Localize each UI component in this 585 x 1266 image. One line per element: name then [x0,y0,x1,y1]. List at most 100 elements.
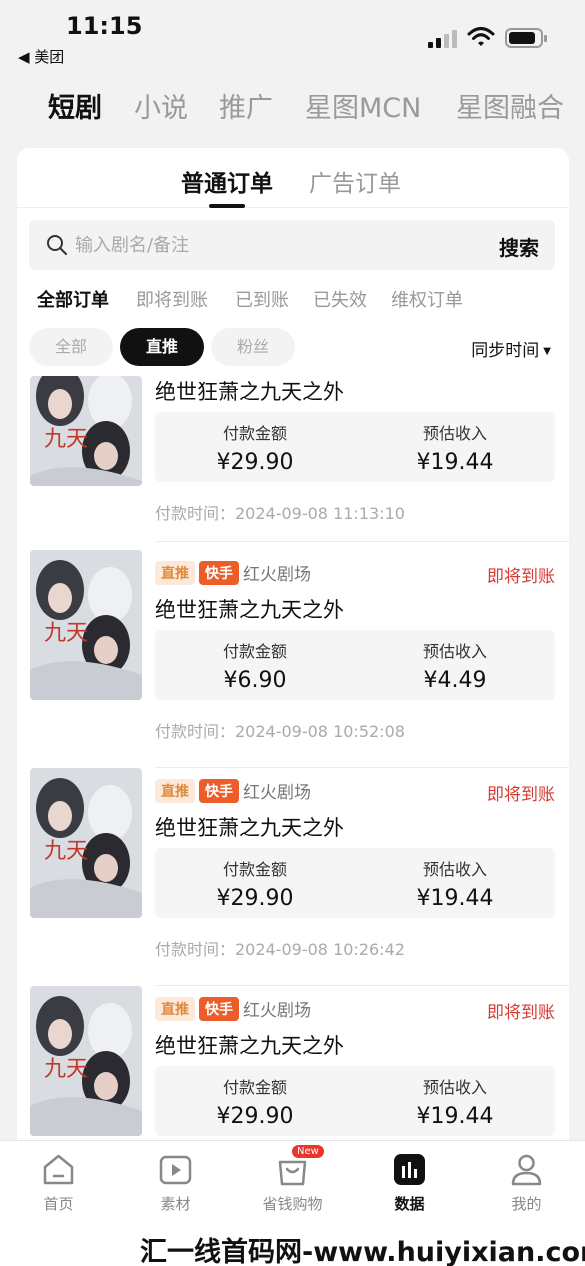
kuaishou-tag: 快手 [199,996,239,1021]
pay-amount-label: 付款金额 [222,642,287,661]
income-label: 预估收入 [422,424,487,443]
play-icon [159,1155,192,1185]
source-name: 红火剧场 [243,783,311,803]
order-item[interactable]: 九天 直推 快手 红火剧场 即将到账 绝世狂萧之九天之外 付款金额 ¥6.90 预估收… [17,550,569,768]
home-icon [43,1154,74,1185]
tab-novel[interactable]: 小说 [134,86,188,125]
nav-home-label: 首页 [43,1195,74,1213]
order-state: 即将到账 [487,785,555,805]
battery-icon [505,28,547,48]
channel-chips: 全部 直推 粉丝 同步时间 ▼ [29,328,555,368]
direct-tag: 直推 [155,996,195,1021]
nav-profile-label: 我的 [511,1195,542,1213]
tab-xingtu-mcn[interactable]: 星图MCN [305,86,421,125]
income-label: 预估收入 [422,642,487,661]
source-name: 红火剧场 [243,565,311,585]
drama-title: 绝世狂萧之九天之外 [155,380,344,404]
svg-text:九天: 九天 [44,1057,88,1082]
order-item[interactable]: 九天 直推 快手 红火剧场 即将到账 绝世狂萧之九天之外 付款金额 ¥29.90 预估… [17,768,569,986]
order-state: 即将到账 [487,1003,555,1023]
drama-poster-image: 九天 [30,376,142,486]
source-name: 红火剧场 [243,1001,311,1021]
kuaishou-tag: 快手 [199,560,239,585]
chart-icon [394,1154,425,1185]
order-item[interactable]: 九天 直推 快手 红火剧场 即将到账 绝世狂萧之九天之外 付款金额 ¥29.90 预估… [17,986,569,1148]
pay-time: 付款时间：2024-09-08 10:52:08 [155,722,405,741]
status-time: 11:15 [66,12,143,40]
order-state: 即将到账 [487,567,555,587]
order-tags: 直推 快手 红火剧场 [155,996,311,1022]
wifi-icon [467,27,495,46]
tab-ad-orders[interactable]: 广告订单 [309,164,401,198]
income-value: ¥19.44 [416,450,494,475]
watermark-bar: 汇一线首码网-www.huiyixian.com [0,1226,585,1266]
filter-rights-orders[interactable]: 维权订单 [391,286,463,312]
svg-text:九天: 九天 [44,839,88,864]
search-icon [47,235,67,255]
watermark-text: 汇一线首码网-www.huiyixian.com [140,1237,585,1266]
chip-all[interactable]: 全部 [29,328,113,366]
pay-amount-label: 付款金额 [222,424,287,443]
drama-poster-image: 九天 [30,768,142,918]
sync-time-sort[interactable]: 同步时间 ▼ [471,336,551,361]
tab-xingtu-fusion[interactable]: 星图融合 [456,86,564,125]
filter-pending[interactable]: 即将到账 [136,286,208,312]
active-tab-indicator [209,204,245,208]
filter-all-orders[interactable]: 全部订单 [37,286,109,312]
direct-tag: 直推 [155,560,195,585]
nav-materials-label: 素材 [160,1195,191,1213]
search-bar: 搜索 [29,220,555,270]
category-tabs: 短剧 小说 推广 星图MCN 星图融合 [0,80,585,130]
drama-poster-image: 九天 [30,550,142,700]
order-list: 九天 绝世狂萧之九天之外 付款金额 ¥29.90 预估收入 ¥19.44 付款时间：… [17,376,569,1148]
caret-down-icon: ▼ [543,345,551,357]
income-value: ¥19.44 [416,886,494,911]
amount-box: 付款金额 ¥29.90 预估收入 ¥19.44 [155,848,555,918]
status-bar: 11:15 ◀ 美团 [0,0,585,70]
drama-poster-image: 九天 [30,986,142,1136]
pay-time: 付款时间：2024-09-08 10:26:42 [155,940,405,959]
tab-promotion[interactable]: 推广 [219,86,273,125]
cellular-signal-icon [428,30,458,48]
new-badge: New [292,1145,324,1158]
nav-materials[interactable]: 素材 [117,1141,234,1227]
nav-shopping[interactable]: New 省钱购物 [234,1141,351,1227]
tab-short-drama[interactable]: 短剧 [48,86,102,125]
order-tags: 直推 快手 红火剧场 [155,560,311,586]
filter-received[interactable]: 已到账 [235,286,289,312]
order-type-tabs: 普通订单 广告订单 [17,148,569,208]
order-tags: 直推 快手 红火剧场 [155,778,311,804]
income-label: 预估收入 [422,860,487,879]
tab-regular-orders[interactable]: 普通订单 [181,164,273,198]
pay-amount-value: ¥29.90 [216,1104,294,1129]
orders-card: 普通订单 广告订单 搜索 全部订单 即将到账 已到账 已失效 维权订单 全部 直… [17,148,569,1148]
drama-title: 绝世狂萧之九天之外 [155,816,344,840]
pay-amount-value: ¥29.90 [216,886,294,911]
search-button[interactable]: 搜索 [499,232,539,261]
nav-home[interactable]: 首页 [0,1141,117,1227]
nav-data-label: 数据 [394,1195,425,1213]
nav-shopping-label: 省钱购物 [262,1195,323,1213]
chip-direct[interactable]: 直推 [120,328,204,366]
back-to-app-link[interactable]: ◀ 美团 [18,46,64,67]
filter-expired[interactable]: 已失效 [313,286,367,312]
pay-amount-label: 付款金额 [222,1078,287,1097]
nav-data[interactable]: 数据 [351,1141,468,1227]
user-icon [511,1154,542,1186]
amount-box: 付款金额 ¥29.90 预估收入 ¥19.44 [155,1066,555,1136]
pay-amount-value: ¥6.90 [223,668,287,693]
amount-box: 付款金额 ¥6.90 预估收入 ¥4.49 [155,630,555,700]
sync-time-label: 同步时间 [471,341,540,361]
nav-profile[interactable]: 我的 [468,1141,585,1227]
income-value: ¥4.49 [423,668,487,693]
search-input[interactable] [75,229,455,261]
chip-fans[interactable]: 粉丝 [211,328,295,366]
amount-box: 付款金额 ¥29.90 预估收入 ¥19.44 [155,412,555,482]
pay-amount-value: ¥29.90 [216,450,294,475]
svg-text:九天: 九天 [44,621,88,646]
bottom-navigation: 首页 素材 New 省钱购物 数据 我的 [0,1140,585,1226]
pay-time: 付款时间：2024-09-08 11:13:10 [155,504,405,523]
income-label: 预估收入 [422,1078,487,1097]
divider [155,541,569,542]
income-value: ¥19.44 [416,1104,494,1129]
